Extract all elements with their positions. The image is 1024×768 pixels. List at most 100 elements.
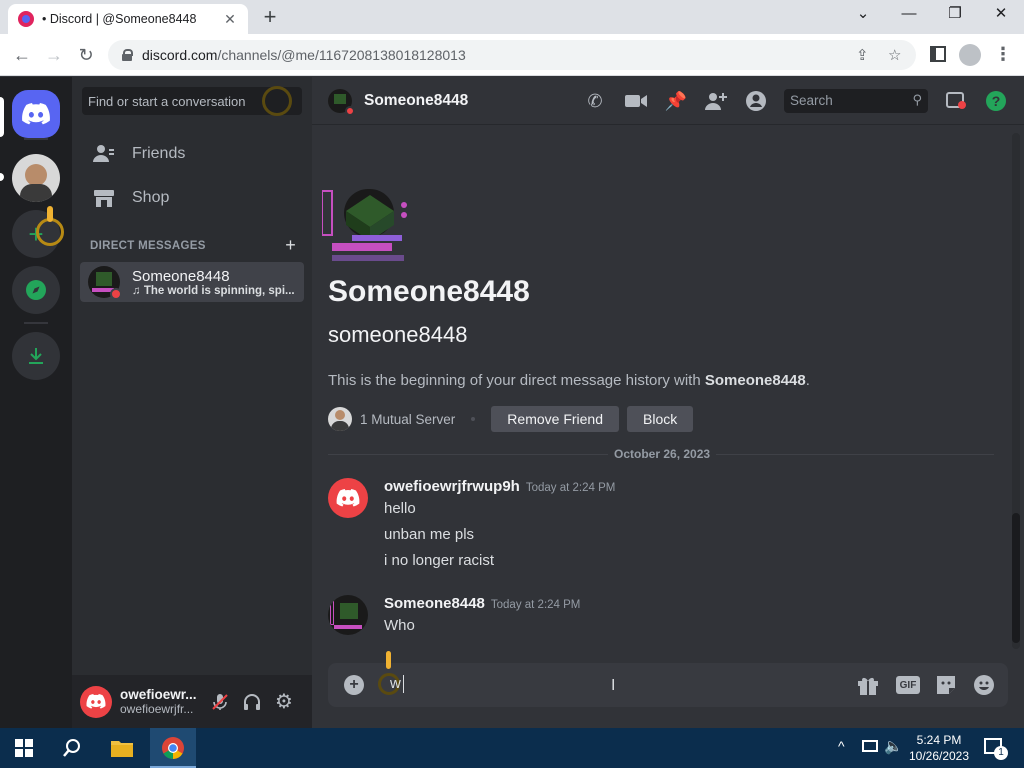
discord-logo-icon — [86, 694, 106, 709]
help-button[interactable]: ? — [984, 89, 1008, 113]
pin-icon: 📌 — [664, 90, 688, 111]
taskbar-clock[interactable]: 5:24 PM 10/26/2023 — [902, 732, 976, 764]
dm-name: Someone8448 — [132, 267, 230, 285]
discover-button[interactable] — [12, 266, 60, 314]
reload-button[interactable]: ↻ — [72, 42, 100, 70]
minimize-button[interactable]: — — [886, 0, 932, 30]
dm-intro-text: This is the beginning of your direct mes… — [328, 372, 810, 389]
text-caret — [403, 675, 404, 693]
voice-call-button[interactable]: ✆ — [583, 89, 607, 113]
lock-icon[interactable] — [122, 49, 133, 61]
mic-muted-icon — [212, 693, 228, 710]
emoji-smile-icon — [974, 675, 994, 695]
message-text: i no longer racist — [384, 552, 495, 569]
dm-sidebar: Find or start a conversation Friends Sho… — [72, 77, 312, 728]
deafen-button[interactable] — [236, 686, 268, 718]
message-composer[interactable]: + w I GIF — [328, 651, 1008, 707]
header-avatar — [328, 88, 355, 116]
message-author[interactable]: owefioewrjfrwup9h Today at 2:24 PM — [384, 478, 615, 495]
dm-header-label: DIRECT MESSAGES — [90, 240, 206, 252]
pinned-button[interactable]: 📌 — [664, 89, 688, 113]
scrollbar-track[interactable] — [1012, 133, 1020, 649]
message-text: unban me pls — [384, 526, 475, 543]
clock-date: 10/26/2023 — [908, 749, 970, 763]
show-hidden-icons-chevron-icon[interactable]: ^ — [838, 738, 845, 754]
folder-icon — [111, 741, 133, 757]
user-panel: owefioewr... owefioewrjfr... ⚙ — [72, 675, 312, 728]
browser-tab[interactable]: • Discord | @Someone8448 ✕ — [8, 4, 248, 34]
gift-button[interactable] — [856, 673, 880, 697]
user-profile-button[interactable] — [744, 89, 768, 113]
message-timestamp: Today at 2:24 PM — [525, 482, 616, 494]
share-icon[interactable]: ⇪ — [856, 46, 869, 64]
header-search-input[interactable]: Search ⚲ — [784, 89, 928, 113]
home-button[interactable] — [12, 90, 60, 138]
inbox-button[interactable] — [944, 89, 968, 113]
back-button[interactable]: ← — [8, 42, 36, 70]
nav-friends[interactable]: Friends — [80, 133, 304, 175]
profile-display-name: Someone8448 — [328, 275, 530, 308]
dm-item-someone8448[interactable]: Someone8448 ♫ The world is spinning, spi… — [80, 262, 304, 302]
message-avatar[interactable] — [328, 478, 368, 518]
sticker-button[interactable] — [934, 673, 958, 697]
user-settings-button[interactable]: ⚙ — [268, 686, 300, 718]
scrollbar-thumb[interactable] — [1012, 513, 1020, 643]
date-divider-label: October 26, 2023 — [608, 447, 717, 461]
compass-icon — [26, 280, 46, 300]
file-explorer-button[interactable] — [108, 734, 136, 762]
chrome-menu-icon[interactable]: ⋮ — [994, 44, 1012, 65]
profile-username: someone8448 — [328, 322, 468, 347]
search-icon: ⚲ — [912, 92, 922, 107]
nav-shop[interactable]: Shop — [80, 177, 304, 219]
server-separator — [24, 322, 48, 324]
search-icon — [63, 739, 80, 757]
new-tab-button[interactable]: + — [258, 4, 282, 30]
shop-icon — [92, 188, 116, 208]
search-button[interactable] — [58, 734, 86, 762]
notifications-icon[interactable]: 1 — [984, 738, 1008, 760]
create-dm-icon[interactable]: + — [285, 235, 296, 256]
message-timestamp: Today at 2:24 PM — [490, 599, 581, 611]
browser-tab-bar: • Discord | @Someone8448 ✕ + ⌄ — ❐ ✕ — [0, 0, 1024, 34]
chat-header: Someone8448 ✆ 📌 Search ⚲ ? — [312, 77, 1024, 125]
start-button[interactable] — [10, 734, 38, 762]
profile-big-avatar — [321, 185, 412, 265]
network-icon[interactable] — [862, 740, 878, 752]
bookmark-star-icon[interactable]: ☆ — [888, 46, 901, 64]
mutual-servers-link[interactable]: 1 Mutual Server — [360, 412, 455, 427]
add-user-icon — [705, 93, 727, 110]
maximize-button[interactable]: ❐ — [932, 0, 978, 30]
profile-avatar-icon[interactable] — [959, 44, 981, 66]
user-avatar[interactable] — [80, 685, 112, 718]
video-call-button[interactable] — [624, 89, 648, 113]
address-bar[interactable]: discord.com/channels/@me/116720813801812… — [108, 40, 916, 70]
gif-button[interactable]: GIF — [896, 673, 920, 697]
tab-close-icon[interactable]: ✕ — [222, 11, 238, 28]
mute-button[interactable] — [204, 686, 236, 718]
chrome-taskbar-button[interactable] — [150, 728, 196, 768]
window-close-button[interactable]: ✕ — [978, 0, 1024, 30]
shop-label: Shop — [132, 189, 170, 206]
tab-search-chevron-icon[interactable]: ⌄ — [840, 0, 886, 30]
forward-button[interactable]: → — [40, 42, 68, 70]
download-apps-button[interactable] — [12, 332, 60, 380]
block-button[interactable]: Block — [627, 406, 694, 432]
add-server-button[interactable]: + — [12, 206, 64, 258]
gear-icon: ⚙ — [275, 691, 293, 713]
emoji-button[interactable] — [972, 673, 996, 697]
discord-logo-icon — [336, 489, 360, 507]
message-input[interactable]: w — [390, 675, 401, 692]
header-name[interactable]: Someone8448 — [364, 92, 468, 110]
message-avatar[interactable] — [328, 595, 368, 635]
remove-friend-button[interactable]: Remove Friend — [491, 406, 619, 432]
upload-plus-icon[interactable]: + — [344, 675, 364, 695]
message-author[interactable]: Someone8448 Today at 2:24 PM — [384, 595, 580, 612]
mutual-server-icon[interactable] — [328, 407, 352, 431]
volume-muted-icon[interactable]: 🔈 — [884, 737, 903, 755]
side-panel-icon[interactable] — [930, 46, 946, 62]
gif-icon: GIF — [896, 676, 920, 694]
add-friends-button[interactable] — [704, 89, 728, 113]
gift-icon — [858, 677, 878, 695]
separator-dot — [471, 417, 476, 421]
server-avatar[interactable] — [12, 154, 60, 202]
